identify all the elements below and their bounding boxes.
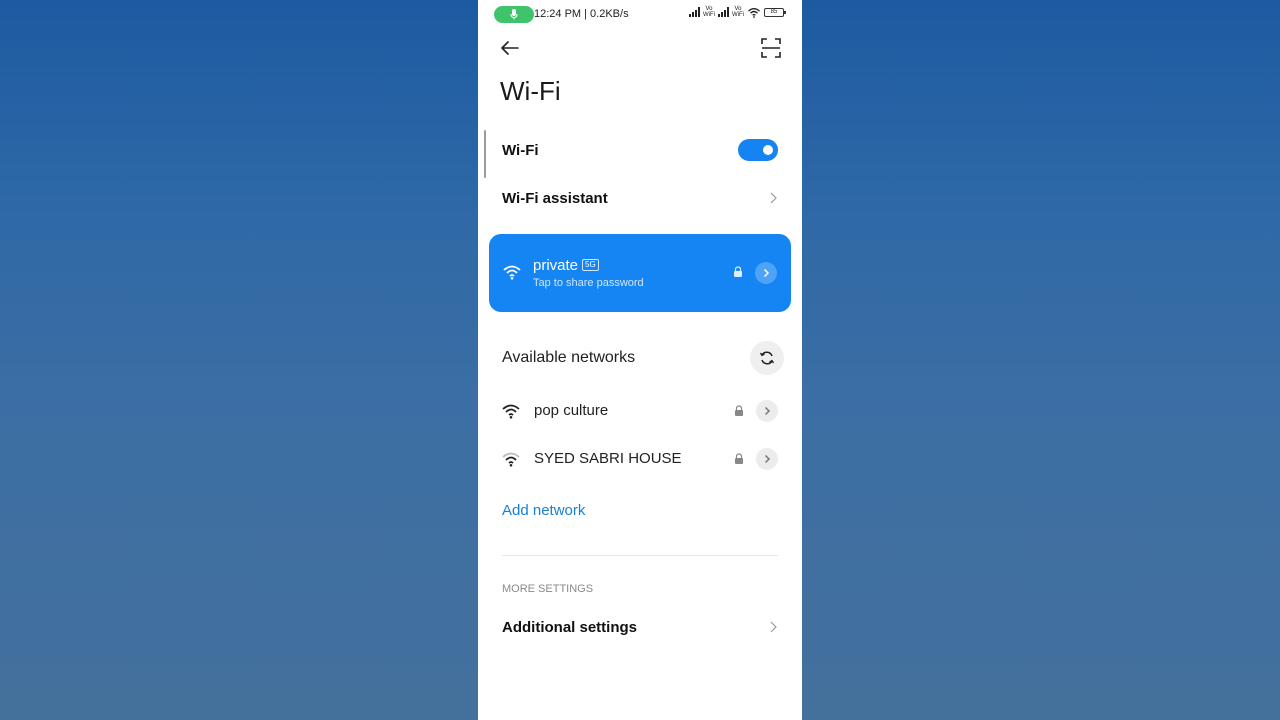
battery-icon: 85 — [764, 7, 786, 17]
microphone-icon — [510, 9, 518, 20]
band-badge: 5G — [582, 259, 599, 271]
additional-settings-label: Additional settings — [502, 618, 637, 636]
chevron-right-icon — [763, 268, 770, 278]
vowifi-label-2: Vo WiFi — [732, 6, 744, 18]
additional-settings-row[interactable]: Additional settings — [478, 607, 802, 647]
page-title: Wi-Fi — [500, 76, 561, 106]
back-button[interactable] — [498, 36, 522, 60]
share-password-hint: Tap to share password — [533, 277, 644, 289]
lock-icon — [735, 453, 743, 464]
network-list-item[interactable]: pop culture — [478, 391, 802, 431]
lock-icon — [734, 266, 742, 277]
connected-network-name-line: private 5G — [533, 257, 599, 274]
add-network-link[interactable]: Add network — [502, 502, 585, 519]
wifi-toggle-switch[interactable] — [738, 139, 778, 161]
status-icons: Vo WiFi Vo WiFi 85 — [689, 6, 786, 18]
network-list-item[interactable]: SYED SABRI HOUSE — [478, 439, 802, 479]
qr-scan-icon — [761, 38, 781, 58]
connected-network-details-button[interactable] — [755, 262, 777, 284]
chevron-right-icon — [764, 454, 771, 464]
chevron-right-icon — [770, 192, 777, 204]
chevron-right-icon — [770, 621, 777, 633]
signal-strength-icon — [689, 7, 700, 17]
network-details-button[interactable] — [756, 448, 778, 470]
available-networks-title: Available networks — [502, 349, 636, 366]
status-time-speed: 12:24 PM | 0.2KB/s — [534, 8, 629, 20]
wifi-signal-icon — [503, 265, 521, 280]
mic-indicator[interactable] — [494, 6, 534, 23]
signal-strength-icon-2 — [718, 7, 729, 17]
toggle-knob — [763, 145, 773, 155]
status-bar: 12:24 PM | 0.2KB/s Vo WiFi Vo WiFi 85 — [478, 0, 802, 30]
wifi-signal-full-icon — [502, 404, 520, 419]
wifi-assistant-row[interactable]: Wi-Fi assistant — [478, 178, 802, 218]
wifi-signal-medium-icon — [502, 452, 520, 467]
scan-button[interactable] — [760, 36, 782, 60]
wifi-assistant-label: Wi-Fi assistant — [502, 189, 608, 207]
refresh-icon — [759, 351, 775, 365]
wifi-toggle-label: Wi-Fi — [502, 141, 539, 159]
lock-icon — [735, 405, 743, 416]
vowifi-label-1: Vo WiFi — [703, 6, 715, 18]
divider — [502, 555, 778, 556]
arrow-left-icon — [501, 41, 519, 55]
refresh-button[interactable] — [750, 341, 784, 375]
phone-screen: 12:24 PM | 0.2KB/s Vo WiFi Vo WiFi 85 Wi… — [478, 0, 802, 720]
more-settings-header: MORE SETTINGS — [502, 583, 594, 595]
network-name: pop culture — [534, 402, 609, 419]
connected-network-name: private — [533, 257, 579, 274]
chevron-right-icon — [764, 406, 771, 416]
connected-network-card[interactable]: private 5G Tap to share password — [489, 234, 791, 312]
network-name: SYED SABRI HOUSE — [534, 450, 682, 467]
wifi-toggle-row[interactable]: Wi-Fi — [478, 130, 802, 170]
wifi-status-icon — [748, 7, 760, 18]
network-details-button[interactable] — [756, 400, 778, 422]
